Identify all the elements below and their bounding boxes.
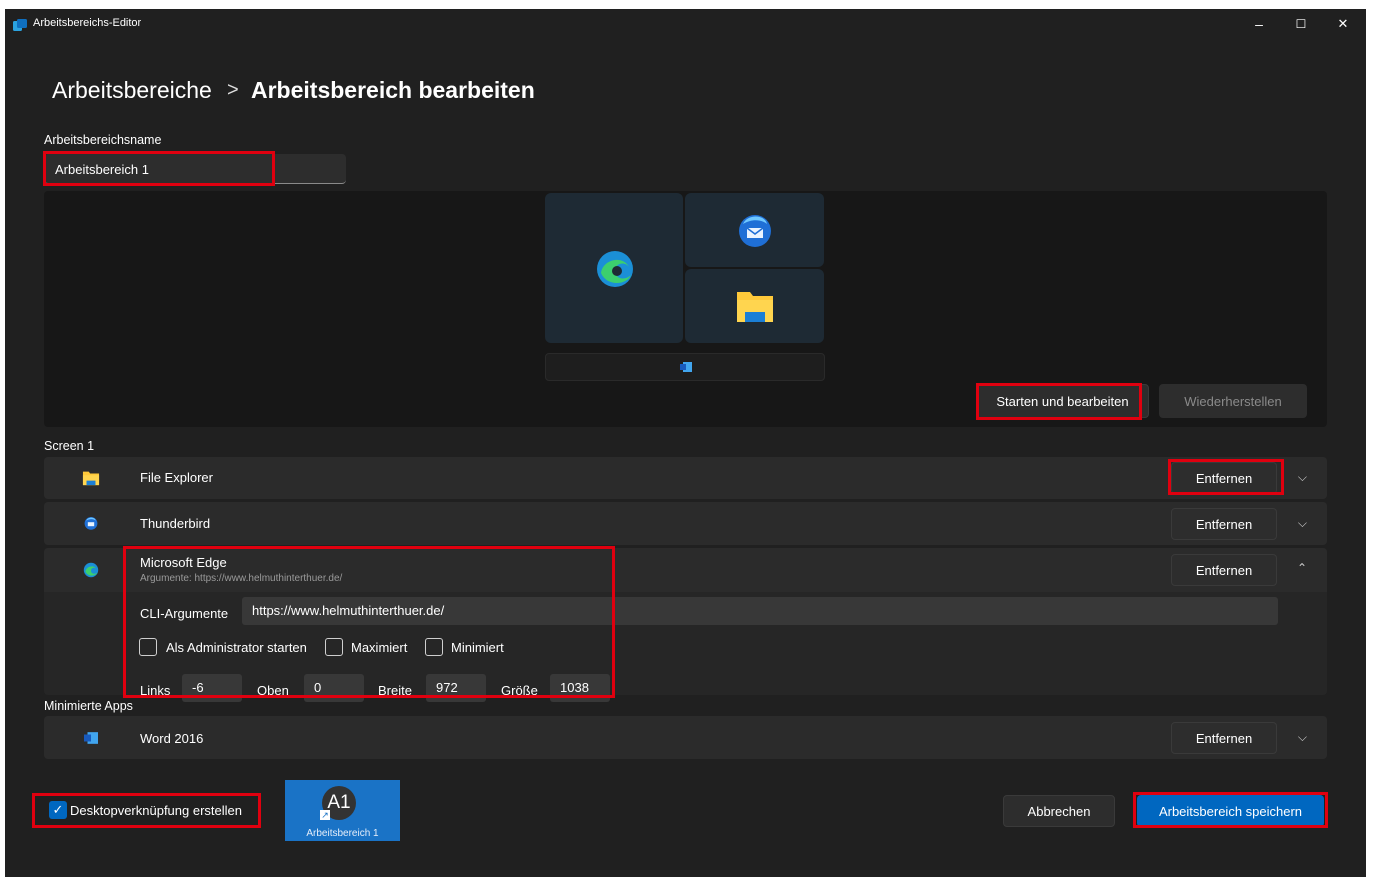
preview-tile-thunderbird [685, 193, 824, 267]
minimized-checkbox[interactable] [425, 638, 443, 656]
chevron-down-icon[interactable]: ⌵ [1298, 516, 1307, 531]
left-value: -6 [192, 680, 204, 695]
left-label: Links [140, 683, 171, 698]
chevron-down-icon[interactable]: ⌵ [1298, 470, 1307, 485]
word-icon [680, 362, 692, 372]
layout-preview: Starten und bearbeiten Wiederherstellen [44, 191, 1327, 427]
left-input[interactable]: -6 [182, 674, 242, 702]
desktop-shortcut-label: Desktopverknüpfung erstellen [70, 803, 242, 818]
app-arguments-summary: Argumente: https://www.helmuthinterthuer… [140, 573, 343, 584]
workspace-editor-window: Arbeitsbereichs-Editor – ☐ ✕ Arbeitsbere… [5, 9, 1366, 877]
app-name: File Explorer [140, 470, 213, 485]
cli-arguments-value: https://www.helmuthinterthuer.de/ [252, 603, 445, 618]
app-name: Microsoft Edge [140, 555, 227, 570]
top-value: 0 [314, 680, 322, 695]
workspace-name-input[interactable]: Arbeitsbereich 1 [44, 154, 346, 184]
breadcrumb-workspaces[interactable]: Arbeitsbereiche [52, 77, 212, 104]
remove-button[interactable]: Entfernen [1171, 722, 1277, 754]
admin-checkbox[interactable] [139, 638, 157, 656]
page-title: Arbeitsbereich bearbeiten [251, 77, 535, 103]
cancel-button[interactable]: Abbrechen [1003, 795, 1115, 827]
minimized-apps-bar [545, 353, 825, 381]
folder-icon [82, 471, 100, 486]
shortcut-arrow-icon: ↗ [320, 810, 330, 820]
width-label: Breite [378, 683, 412, 698]
desktop-shortcut-checkbox[interactable]: ✓ [49, 801, 67, 819]
maximized-checkbox[interactable] [325, 638, 343, 656]
width-input[interactable]: 972 [426, 674, 486, 702]
workspace-name-label: Arbeitsbereichsname [44, 133, 162, 147]
admin-label: Als Administrator starten [166, 640, 307, 655]
app-name: Thunderbird [140, 516, 211, 531]
edge-row-header[interactable] [44, 548, 1327, 592]
maximize-button[interactable]: ☐ [1279, 11, 1323, 37]
checkmark-icon: ✓ [52, 802, 64, 817]
minimized-apps-label: Minimierte Apps [44, 699, 133, 713]
height-input[interactable]: 1038 [550, 674, 610, 702]
chevron-up-icon[interactable]: ⌃ [1297, 561, 1307, 575]
height-value: 1038 [560, 680, 589, 695]
cli-arguments-input[interactable]: https://www.helmuthinterthuer.de/ [242, 597, 1278, 625]
thunderbird-icon [739, 215, 771, 247]
thunderbird-icon [84, 517, 98, 530]
remove-button[interactable]: Entfernen [1171, 508, 1277, 540]
screen-1-label: Screen 1 [44, 439, 95, 453]
remove-button[interactable]: Entfernen [1171, 554, 1277, 586]
remove-button[interactable]: Entfernen [1171, 462, 1277, 494]
app-row-file-explorer[interactable]: File Explorer Entfernen ⌵ [44, 457, 1327, 499]
launch-and-edit-button[interactable]: Starten und bearbeiten [976, 384, 1149, 418]
preview-tile-file-explorer [685, 269, 824, 343]
preview-tile-edge [545, 193, 683, 343]
height-label: Größe [501, 683, 538, 698]
width-value: 972 [436, 680, 458, 695]
restore-button[interactable]: Wiederherstellen [1159, 384, 1307, 418]
workspaces-app-icon [13, 19, 27, 31]
word-icon [84, 732, 98, 744]
shortcut-label: Arbeitsbereich 1 [306, 828, 379, 839]
cli-arguments-label: CLI-Argumente [140, 606, 229, 621]
top-input[interactable]: 0 [304, 674, 364, 702]
window-title: Arbeitsbereichs-Editor [33, 17, 142, 29]
edge-icon [83, 562, 99, 578]
app-row-word[interactable]: Word 2016 Entfernen ⌵ [44, 716, 1327, 759]
app-row-thunderbird[interactable]: Thunderbird Entfernen ⌵ [44, 502, 1327, 545]
app-row-edge-expanded[interactable]: Microsoft Edge Argumente: https://www.he… [44, 548, 1327, 702]
title-bar: Arbeitsbereichs-Editor – ☐ ✕ [5, 9, 1366, 39]
edge-icon [597, 251, 633, 287]
app-name: Word 2016 [140, 731, 204, 746]
desktop-shortcut-preview: A1 ↗ Arbeitsbereich 1 [285, 780, 400, 841]
top-label: Oben [257, 683, 289, 698]
chevron-down-icon[interactable]: ⌵ [1298, 730, 1307, 745]
minimize-button[interactable]: – [1237, 11, 1281, 37]
breadcrumb-chevron-icon: > [227, 79, 239, 101]
maximized-label: Maximiert [351, 640, 408, 655]
save-workspace-button[interactable]: Arbeitsbereich speichern [1137, 795, 1324, 827]
close-button[interactable]: ✕ [1321, 11, 1365, 37]
shortcut-initials: A1 [327, 792, 351, 813]
folder-icon [737, 292, 773, 322]
minimized-label: Minimiert [451, 640, 504, 655]
workspace-name-value: Arbeitsbereich 1 [55, 162, 149, 177]
